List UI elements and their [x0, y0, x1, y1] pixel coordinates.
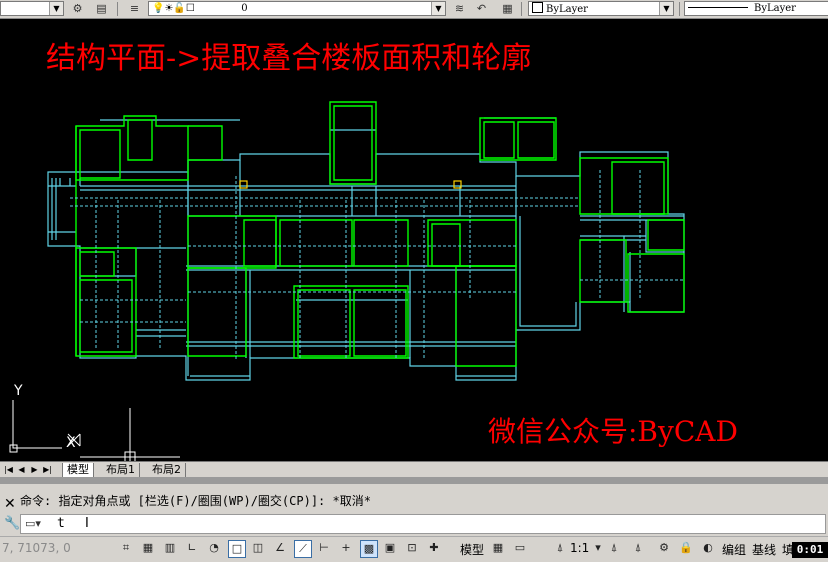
chevron-down-icon[interactable]: ▾	[590, 540, 606, 556]
snap-mode-icon[interactable]: ⌗	[118, 540, 134, 556]
model-label[interactable]: 模型	[460, 541, 484, 558]
command-input-text: t	[57, 516, 65, 531]
gear-icon[interactable]: ⚙	[70, 1, 85, 16]
layer-props-icon[interactable]: ▤	[94, 1, 109, 16]
layer-name: 0	[241, 3, 248, 14]
color-dropdown[interactable]: ByLayer ▼	[528, 1, 674, 16]
annotation-monitor-icon[interactable]: ⊡	[404, 540, 420, 556]
hardware-accel-icon[interactable]: ◐	[700, 540, 716, 556]
chevron-down-icon: ▼	[49, 2, 63, 15]
linetype-value: ByLayer	[754, 3, 796, 14]
group-button[interactable]: 编组	[722, 541, 746, 558]
command-line-panel: ✕ 🔧 命令: 指定对角点或 [栏选(F)/圈围(WP)/圈交(CP)]: *取…	[0, 484, 828, 536]
annotation-visibility-icon[interactable]: ⍋	[606, 540, 622, 556]
slab-outlines-green	[75, 101, 685, 367]
quick-view-layouts-icon[interactable]: ▦	[490, 540, 506, 556]
color-value: ByLayer	[546, 4, 588, 15]
layer-iso-icon[interactable]: ▦	[500, 1, 515, 16]
watermark-text: 微信公众号:ByCAD	[488, 415, 738, 448]
layer-states-icon[interactable]: ≡	[127, 1, 142, 16]
cross-icon[interactable]: +	[338, 540, 354, 556]
linetype-preview	[688, 7, 748, 8]
floor-plan-drawing: 结构平面->提取叠合楼板面积和轮廓 Y X 微信公众号:ByCAD	[9, 41, 738, 461]
ortho-icon[interactable]: ∟	[184, 540, 200, 556]
separator	[521, 2, 522, 16]
ucs-y-label: Y	[13, 383, 23, 399]
layer-match-icon[interactable]: ≋	[452, 1, 467, 16]
drawing-canvas[interactable]: 结构平面->提取叠合楼板面积和轮廓 Y X 微信公众号:ByCAD	[0, 19, 828, 461]
osnap-icon[interactable]: □	[228, 540, 246, 558]
baseline-button[interactable]: 基线	[752, 541, 776, 558]
color-square-icon	[532, 2, 543, 13]
workspace-gear-icon[interactable]: ⚙	[656, 540, 672, 556]
beam-dashes	[70, 170, 684, 360]
drawing-title: 结构平面->提取叠合楼板面积和轮廓	[46, 41, 531, 76]
quick-view-drawings-icon[interactable]: ▭	[512, 540, 528, 556]
polar-icon[interactable]: ◔	[206, 540, 222, 556]
text-cursor-icon: I	[85, 516, 89, 531]
dynamic-ucs-icon[interactable]: ⟋	[294, 540, 312, 558]
ucs-x-label: X	[66, 435, 76, 451]
annotation-scale[interactable]: 1:1	[570, 541, 589, 555]
properties-toolbar: ▼ ⚙ ▤ ≡ 💡☀🔓☐ 0 ▼ ≋ ↶ ▦ ByLayer ▼ ByLayer	[0, 0, 828, 19]
style-dropdown[interactable]: ▼	[0, 1, 64, 16]
linetype-dropdown[interactable]: ByLayer	[684, 1, 828, 16]
grid-display-icon[interactable]: ▥	[162, 540, 178, 556]
transparency-icon[interactable]: ▩	[360, 540, 378, 558]
splitter-bar[interactable]	[0, 477, 828, 484]
prev-tab-icon[interactable]: ◀	[16, 464, 27, 475]
command-prompt-icon[interactable]: ▭▾	[25, 517, 41, 530]
lock-icon[interactable]: 🔒	[678, 540, 694, 556]
first-tab-icon[interactable]: |◀	[3, 464, 14, 475]
auto-scale-icon[interactable]: ⍋	[630, 540, 646, 556]
chevron-down-icon: ▼	[659, 2, 673, 15]
lineweight-icon[interactable]: ⊢	[316, 540, 332, 556]
separator	[117, 2, 118, 16]
coordinate-readout: 7, 71073, 0	[2, 541, 71, 555]
grid-icon[interactable]: ▦	[140, 540, 156, 556]
status-bar: 7, 71073, 0 ⌗ ▦ ▥ ∟ ◔ □ ◫ ∠ ⟋ ⊢ + ▩ ▣ ⊡ …	[0, 536, 828, 562]
3d-osnap-icon[interactable]: ◫	[250, 540, 266, 556]
tab-layout2[interactable]: 布局2	[148, 463, 186, 477]
next-tab-icon[interactable]: ▶	[29, 464, 40, 475]
angle-icon[interactable]: ∠	[272, 540, 288, 556]
recording-timer: 0:01	[792, 542, 828, 558]
separator	[679, 2, 680, 16]
layer-prev-icon[interactable]: ↶	[474, 1, 489, 16]
last-tab-icon[interactable]: ▶|	[42, 464, 53, 475]
wrench-icon[interactable]: 🔧	[4, 516, 20, 531]
crosshair-cursor	[80, 408, 180, 461]
selection-cycling-icon[interactable]: ▣	[382, 540, 398, 556]
tab-model[interactable]: 模型	[62, 463, 94, 478]
layout-tabs-bar: |◀ ◀ ▶ ▶| 模型 布局1 布局2	[0, 461, 828, 478]
close-icon[interactable]: ✕	[4, 496, 16, 512]
command-history: 命令: 指定对角点或 [栏选(F)/圈围(WP)/圈交(CP)]: *取消*	[20, 494, 371, 508]
layer-state-icons: 💡☀🔓☐	[152, 3, 195, 14]
command-input-field[interactable]: ▭▾ t I	[20, 514, 826, 534]
chevron-down-icon: ▼	[431, 2, 445, 15]
annotation-scale-icon[interactable]: ⍋	[552, 540, 568, 556]
layer-dropdown[interactable]: 💡☀🔓☐ 0 ▼	[148, 1, 446, 16]
add-icon[interactable]: ✚	[426, 540, 442, 556]
tab-layout1[interactable]: 布局1	[102, 463, 140, 477]
